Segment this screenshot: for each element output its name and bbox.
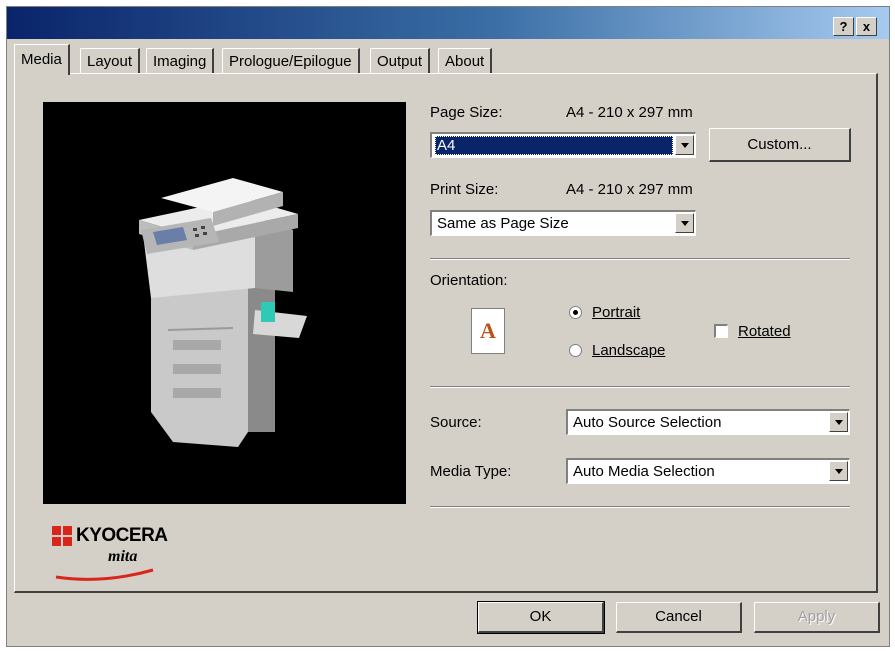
portrait-radio[interactable] (569, 306, 582, 319)
rotated-label[interactable]: Rotated (738, 323, 791, 340)
portrait-label[interactable]: Portrait (592, 304, 640, 321)
tab-output[interactable]: Output (370, 48, 431, 74)
help-button[interactable]: ? (833, 17, 854, 36)
orientation-label: Orientation: (430, 272, 508, 289)
print-size-dimensions: A4 - 210 x 297 mm (566, 181, 693, 198)
custom-button[interactable]: Custom... (709, 128, 851, 162)
tab-about[interactable]: About (438, 48, 493, 74)
page-size-dimensions: A4 - 210 x 297 mm (566, 104, 693, 121)
close-icon: x (862, 19, 871, 34)
separator (430, 506, 850, 508)
source-label: Source: (430, 414, 482, 431)
kyocera-mita-logo: KYOCERA mita (48, 522, 188, 584)
print-size-select[interactable]: Same as Page Size (430, 210, 696, 236)
chevron-down-icon[interactable] (829, 412, 848, 432)
source-value: Auto Source Selection (573, 414, 722, 431)
tab-media[interactable]: Media (14, 44, 70, 75)
page-size-select[interactable]: A4 (430, 132, 696, 158)
chevron-down-icon[interactable] (675, 213, 694, 233)
orientation-preview: A (471, 308, 505, 354)
media-type-select[interactable]: Auto Media Selection (566, 458, 850, 484)
apply-button[interactable]: Apply (754, 602, 880, 633)
logo-brand: KYOCERA (76, 525, 168, 546)
logo-sub: mita (108, 548, 138, 565)
tab-imaging[interactable]: Imaging (146, 48, 215, 74)
landscape-radio[interactable] (569, 344, 582, 357)
landscape-label[interactable]: Landscape (592, 342, 665, 359)
print-size-value: Same as Page Size (437, 215, 569, 232)
page-size-label: Page Size: (430, 104, 503, 121)
chevron-down-icon[interactable] (829, 461, 848, 481)
media-type-value: Auto Media Selection (573, 463, 715, 480)
separator (430, 258, 850, 260)
orientation-preview-letter: A (480, 318, 496, 343)
tab-prologue-epilogue[interactable]: Prologue/Epilogue (222, 48, 360, 74)
rotated-checkbox[interactable] (714, 324, 728, 338)
close-button[interactable]: x (856, 17, 877, 36)
print-size-label: Print Size: (430, 181, 499, 198)
tab-layout[interactable]: Layout (80, 48, 141, 74)
printer-preview (43, 102, 406, 504)
separator (430, 386, 850, 388)
page-size-value: A4 (435, 136, 673, 155)
ok-button[interactable]: OK (477, 601, 605, 634)
cancel-button[interactable]: Cancel (616, 602, 742, 633)
media-type-label: Media Type: (430, 463, 512, 480)
source-select[interactable]: Auto Source Selection (566, 409, 850, 435)
help-icon: ? (839, 19, 848, 34)
title-bar[interactable]: ? x (7, 7, 889, 39)
printer-image (139, 178, 307, 447)
chevron-down-icon[interactable] (675, 135, 694, 155)
